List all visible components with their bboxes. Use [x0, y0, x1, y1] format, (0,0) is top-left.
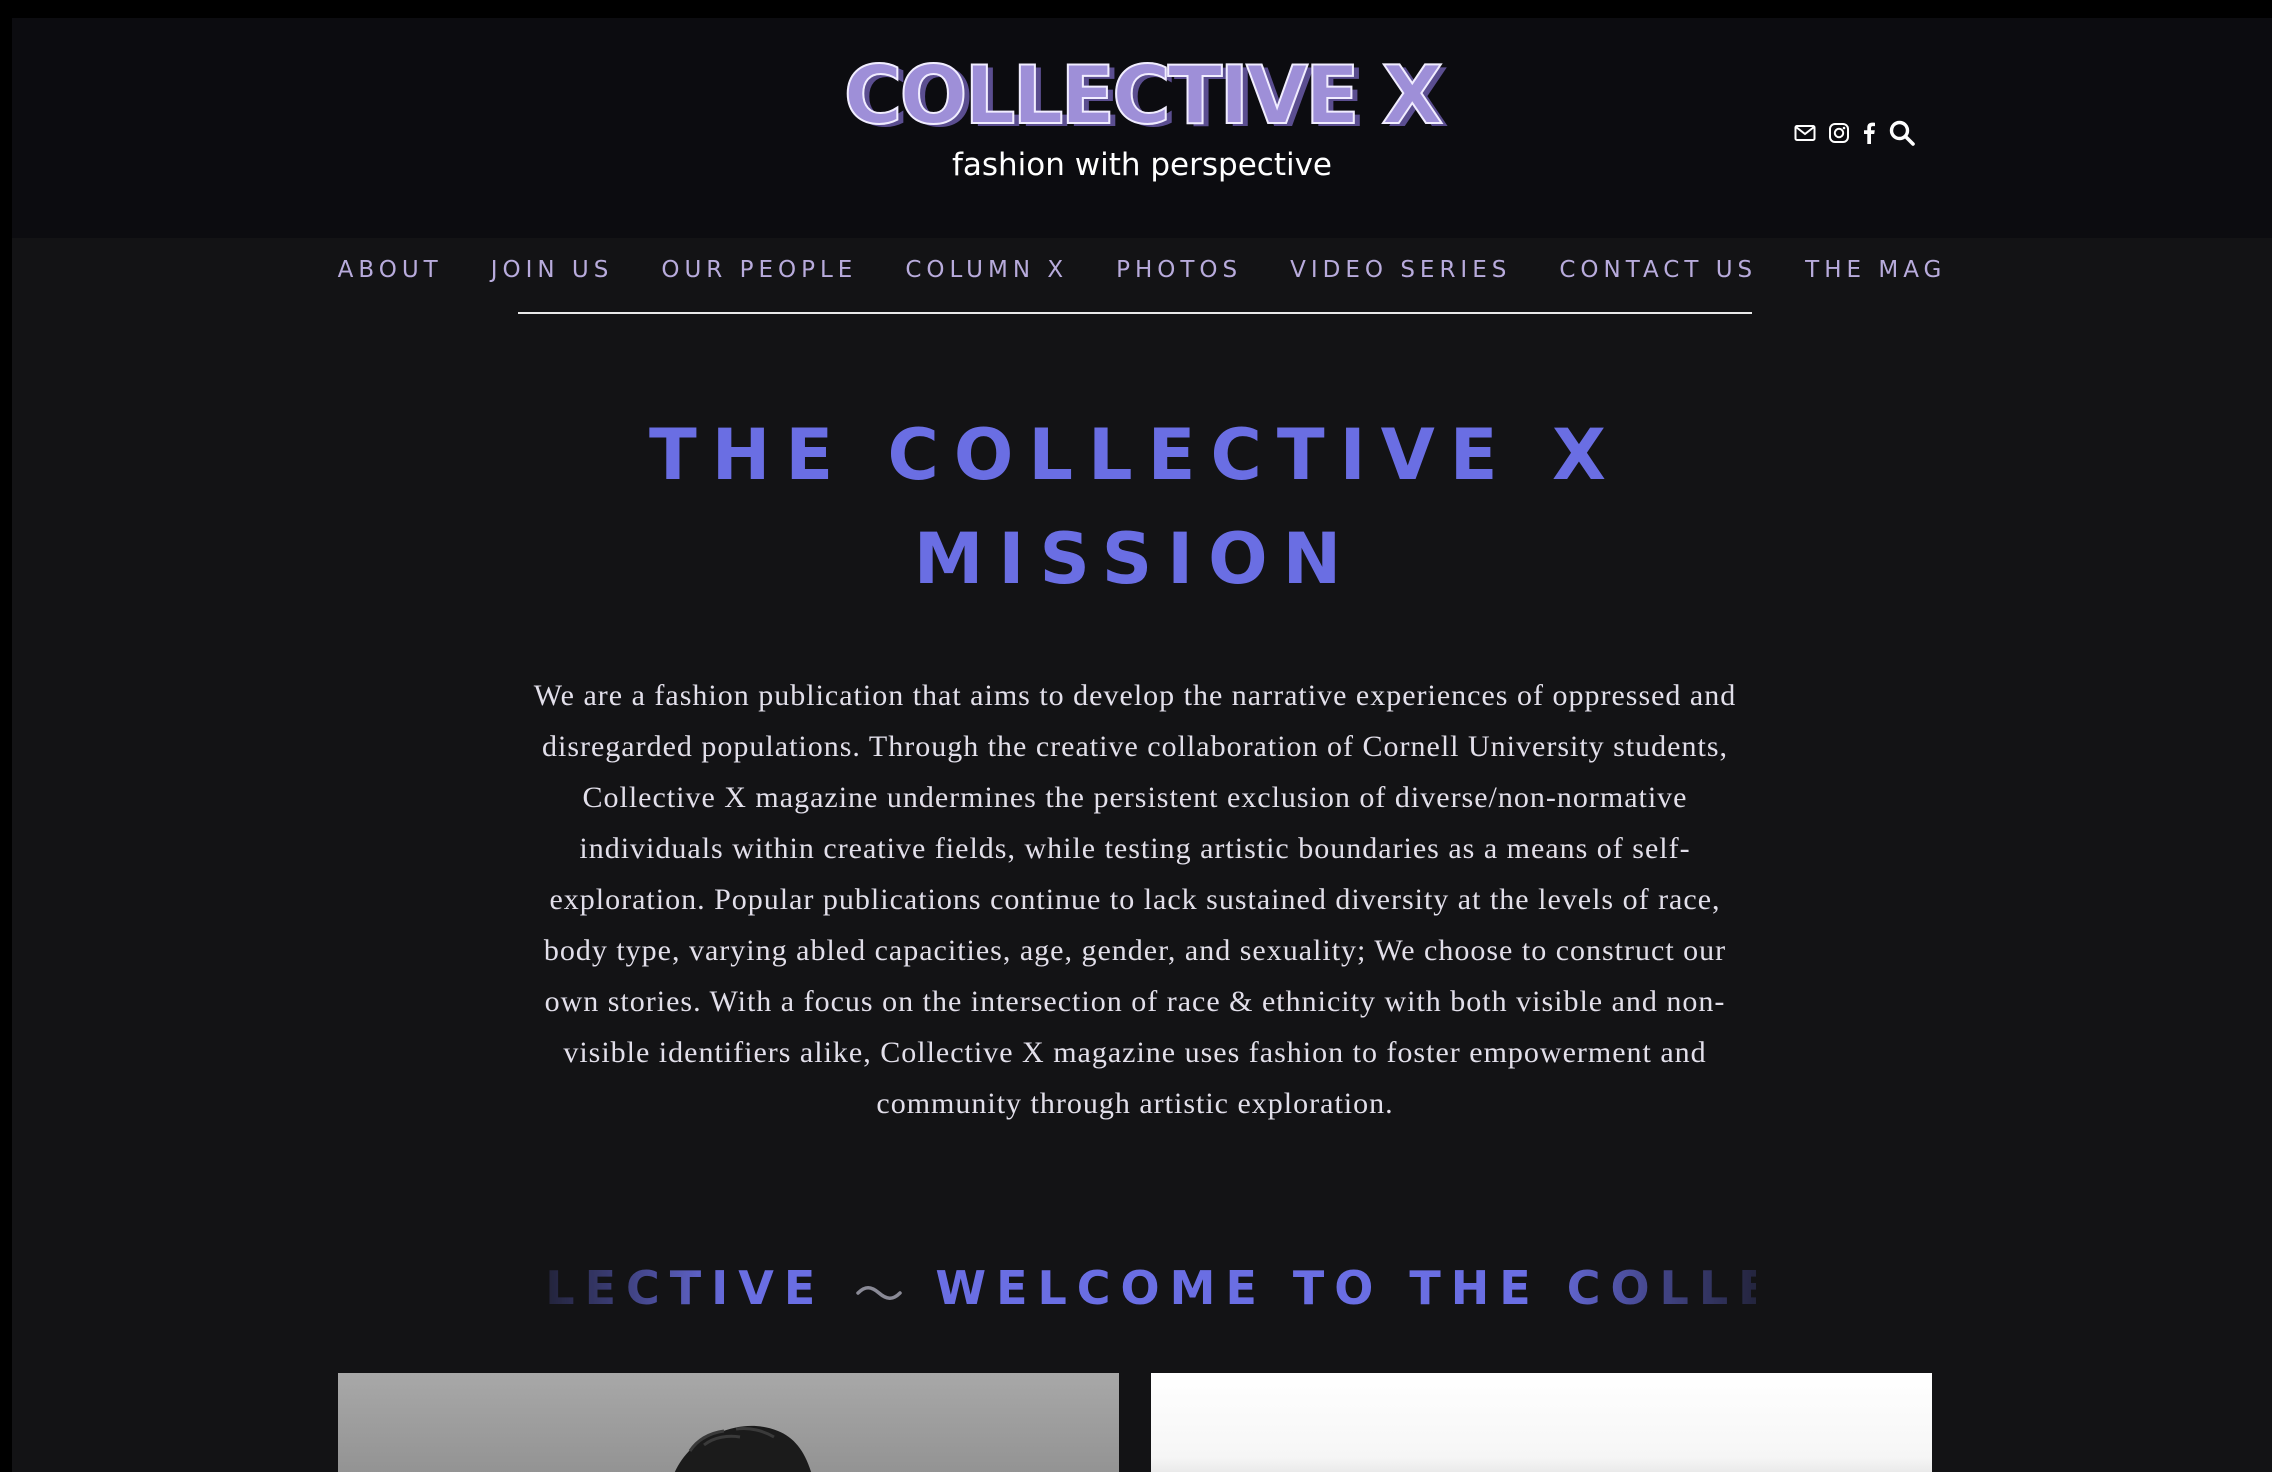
nav-item-our-people[interactable]: OUR PEOPLE: [637, 250, 881, 290]
welcome-marquee: LLECTIVE WELCOME TO THE COLLECTI: [538, 1250, 1756, 1326]
social-links: [1794, 115, 1916, 151]
facebook-icon[interactable]: [1862, 122, 1876, 144]
marquee-text-right: WELCOME TO THE COLLECTI: [935, 1261, 1756, 1315]
site-logo[interactable]: COLLECTIVE X: [12, 55, 2272, 137]
main-nav: ABOUT JOIN US OUR PEOPLE COLUMN X PHOTOS…: [12, 250, 2272, 290]
nav-item-about[interactable]: ABOUT: [314, 250, 467, 290]
mission-statement: We are a fashion publication that aims t…: [533, 679, 1737, 1120]
nav-item-photos[interactable]: PHOTOS: [1092, 250, 1266, 290]
mail-icon[interactable]: [1794, 124, 1816, 142]
nav-item-video-series[interactable]: VIDEO SERIES: [1266, 250, 1535, 290]
nav-item-contact-us[interactable]: CONTACT US: [1535, 250, 1781, 290]
mission-title: THE COLLECTIVE X MISSION: [512, 403, 1758, 611]
nav-divider: [518, 312, 1752, 314]
instagram-icon[interactable]: [1828, 122, 1850, 144]
mission-title-line-1: THE COLLECTIVE X: [649, 414, 1621, 496]
portrait-hair-image: [674, 1426, 812, 1472]
search-icon[interactable]: [1888, 119, 1916, 147]
mission-title-line-2: MISSION: [913, 518, 1357, 600]
nav-item-column-x[interactable]: COLUMN X: [881, 250, 1092, 290]
marquee-text-left: LLECTIVE: [538, 1261, 826, 1315]
nav-item-the-mag[interactable]: THE MAG: [1781, 250, 1970, 290]
nav-item-join-us[interactable]: JOIN US: [467, 250, 638, 290]
site-header: COLLECTIVE X fashion with perspective: [12, 18, 2272, 238]
featured-card-blank[interactable]: [1151, 1373, 1932, 1472]
browser-viewport: COLLECTIVE X fashion with perspective AB…: [0, 0, 2272, 1472]
site-tagline: fashion with perspective: [951, 147, 1333, 183]
featured-photo-portrait[interactable]: [338, 1373, 1119, 1472]
tilde-separator-icon: [855, 1250, 903, 1326]
page: COLLECTIVE X fashion with perspective AB…: [12, 18, 2272, 1472]
